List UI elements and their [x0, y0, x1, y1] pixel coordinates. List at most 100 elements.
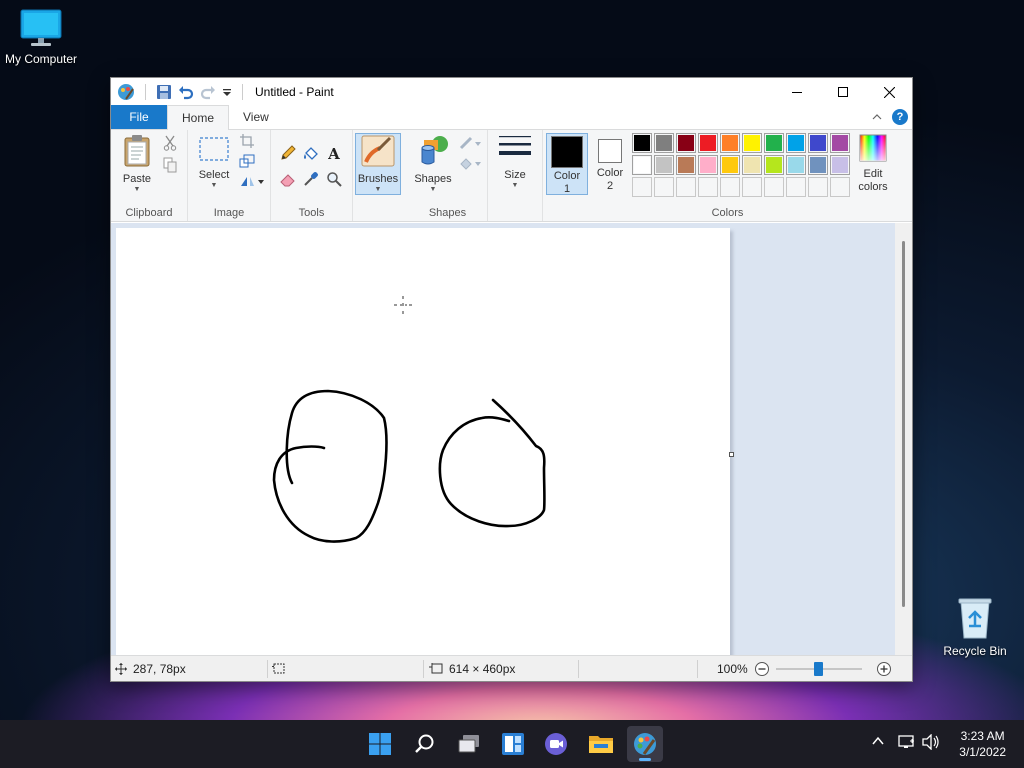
minimize-ribbon-icon[interactable]	[872, 113, 882, 121]
size-button[interactable]: Size ▼	[494, 134, 536, 190]
shapes-icon	[421, 136, 448, 165]
zoom-slider-thumb[interactable]	[814, 662, 824, 676]
desktop-icon-recycle-bin[interactable]: Recycle Bin	[934, 596, 1016, 658]
undo-icon[interactable]	[178, 84, 194, 100]
desktop-icon-my-computer[interactable]: My Computer	[0, 8, 82, 66]
palette-swatch[interactable]	[830, 133, 850, 153]
palette-swatch[interactable]	[830, 177, 850, 197]
palette-swatch[interactable]	[786, 155, 806, 175]
folder-icon	[589, 736, 613, 753]
palette-swatch[interactable]	[764, 155, 784, 175]
file-explorer-button[interactable]	[583, 726, 619, 762]
start-button[interactable]	[362, 726, 398, 762]
zoom-slider[interactable]	[775, 661, 862, 677]
rotate-button[interactable]	[238, 172, 266, 190]
help-button[interactable]: ?	[892, 109, 908, 125]
crop-button[interactable]	[238, 132, 256, 150]
palette-swatch[interactable]	[698, 177, 718, 197]
tab-file[interactable]: File	[111, 105, 167, 129]
palette-swatch[interactable]	[742, 155, 762, 175]
palette-swatch[interactable]	[632, 155, 652, 175]
palette-swatch[interactable]	[742, 177, 762, 197]
recycle-bin-icon	[958, 598, 992, 639]
minimize-icon	[792, 92, 802, 93]
redo-icon[interactable]	[200, 84, 216, 100]
eyedropper-icon	[304, 172, 318, 186]
palette-swatch[interactable]	[720, 133, 740, 153]
outline-button[interactable]	[458, 134, 484, 152]
canvas-size-icon	[429, 663, 443, 674]
task-view-button[interactable]	[451, 726, 487, 762]
size-group: Size ▼	[488, 130, 543, 221]
title-bar[interactable]: Untitled - Paint	[111, 78, 912, 106]
paste-button[interactable]: Paste ▼	[117, 134, 157, 194]
network-icon[interactable]	[898, 734, 916, 750]
outline-pen-icon	[459, 136, 481, 150]
vertical-scrollbar[interactable]	[895, 223, 912, 656]
palette-swatch[interactable]	[654, 155, 674, 175]
paste-label: Paste	[122, 173, 152, 185]
status-bar: 287, 78px 614 × 460px 100%	[111, 655, 912, 681]
drawn-stroke	[438, 398, 546, 528]
palette-swatch[interactable]	[764, 133, 784, 153]
paint-app-icon[interactable]	[117, 83, 135, 101]
shapes-button[interactable]: Shapes ▼	[412, 134, 454, 194]
palette-swatch[interactable]	[632, 177, 652, 197]
volume-icon[interactable]	[922, 734, 940, 750]
canvas-resize-handle[interactable]	[729, 452, 734, 457]
paint-taskbar-button[interactable]	[627, 726, 663, 762]
palette-swatch[interactable]	[808, 177, 828, 197]
copy-button[interactable]	[161, 156, 179, 174]
close-icon	[883, 86, 895, 98]
palette-swatch[interactable]	[720, 155, 740, 175]
window-title: Untitled - Paint	[255, 85, 334, 99]
palette-swatch[interactable]	[698, 155, 718, 175]
tab-view[interactable]: View	[229, 105, 283, 129]
widgets-button[interactable]	[495, 726, 531, 762]
palette-swatch[interactable]	[676, 177, 696, 197]
eraser-tool[interactable]	[279, 170, 297, 188]
palette-swatch[interactable]	[720, 177, 740, 197]
fill-shape-button[interactable]	[458, 154, 484, 172]
palette-swatch[interactable]	[632, 133, 652, 153]
pencil-tool[interactable]	[279, 144, 297, 162]
show-hidden-icons-icon[interactable]	[871, 734, 885, 748]
palette-swatch[interactable]	[654, 133, 674, 153]
maximize-button[interactable]	[820, 78, 866, 106]
palette-swatch[interactable]	[742, 133, 762, 153]
palette-swatch[interactable]	[786, 133, 806, 153]
palette-swatch[interactable]	[808, 133, 828, 153]
color-picker-tool[interactable]	[302, 170, 320, 188]
select-button[interactable]: Select ▼	[194, 134, 234, 190]
edit-colors-button[interactable]: Edit colors	[852, 133, 894, 194]
tab-home[interactable]: Home	[167, 105, 230, 130]
palette-swatch[interactable]	[808, 155, 828, 175]
text-tool[interactable]: A	[325, 144, 343, 162]
close-button[interactable]	[866, 78, 912, 106]
magnifier-tool[interactable]	[325, 170, 343, 188]
canvas-size-text: 614 × 460px	[449, 662, 516, 676]
brushes-button[interactable]: Brushes ▼	[355, 133, 401, 195]
palette-swatch[interactable]	[698, 133, 718, 153]
fill-tool[interactable]	[302, 144, 320, 162]
customize-quick-access-icon[interactable]	[222, 84, 232, 100]
palette-swatch[interactable]	[786, 177, 806, 197]
palette-swatch[interactable]	[654, 177, 674, 197]
cut-button[interactable]	[161, 134, 179, 152]
save-icon[interactable]	[156, 84, 172, 100]
zoom-in-icon[interactable]	[876, 661, 892, 677]
search-button[interactable]	[407, 726, 443, 762]
color2-button[interactable]: Color 2	[590, 133, 630, 195]
zoom-out-icon[interactable]	[754, 661, 770, 677]
minimize-button[interactable]	[774, 78, 820, 106]
scrollbar-thumb[interactable]	[902, 241, 905, 607]
palette-swatch[interactable]	[676, 133, 696, 153]
color1-button[interactable]: Color 1	[546, 133, 588, 195]
drawing-canvas[interactable]	[116, 228, 730, 656]
palette-swatch[interactable]	[764, 177, 784, 197]
palette-swatch[interactable]	[830, 155, 850, 175]
resize-button[interactable]	[238, 152, 256, 170]
teams-chat-button[interactable]	[539, 726, 575, 762]
system-clock[interactable]: 3:23 AM 3/1/2022	[959, 728, 1006, 760]
palette-swatch[interactable]	[676, 155, 696, 175]
